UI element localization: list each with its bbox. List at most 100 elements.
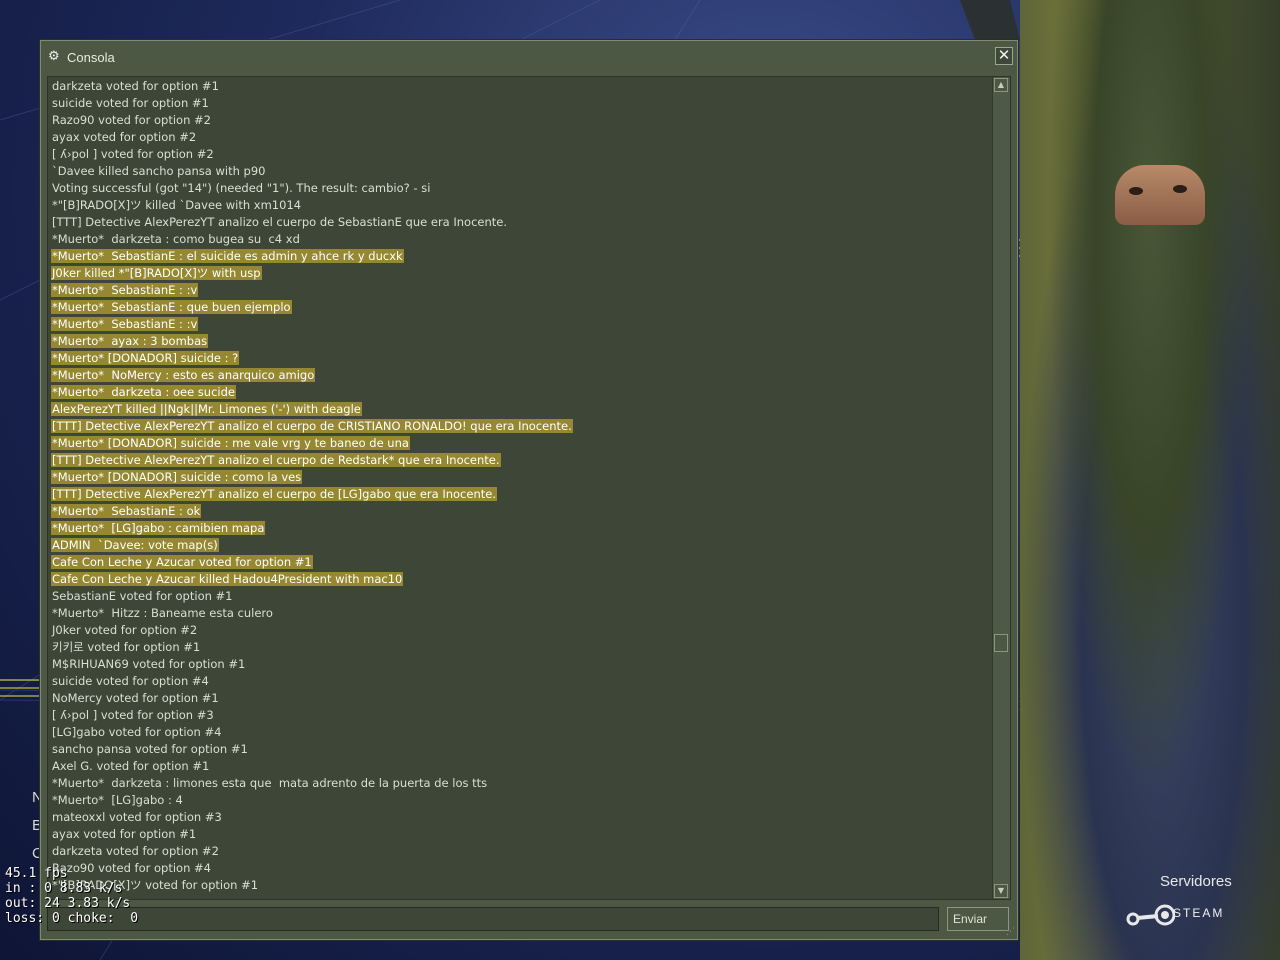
- log-line-text: *Muerto* darkzeta : limones esta que mat…: [52, 776, 488, 790]
- scrollbar-thumb[interactable]: [994, 634, 1008, 652]
- servers-link[interactable]: Servidores: [1160, 873, 1232, 890]
- console-scrollbar[interactable]: ▲ ▼: [992, 77, 1010, 899]
- log-line-text: *"[B]RADO[X]ツ killed `Davee with xm1014: [52, 198, 302, 212]
- log-line: darkzeta voted for option #1: [51, 78, 991, 95]
- log-line: J0ker killed *"[B]RADO[X]ツ with usp: [51, 265, 991, 282]
- console-titlebar[interactable]: ⚙ Consola ✕: [41, 41, 1017, 75]
- log-line-text: darkzeta voted for option #1: [52, 79, 219, 93]
- log-line-text: darkzeta voted for option #2: [52, 844, 219, 858]
- log-line-text: *Muerto* SebastianE : :v: [51, 317, 199, 331]
- command-input[interactable]: [47, 907, 939, 931]
- log-line: *Muerto* SebastianE : ok: [51, 503, 991, 520]
- log-line-text: *Muerto* darkzeta : oee sucide: [51, 385, 236, 399]
- log-line-text: NoMercy voted for option #1: [52, 691, 219, 705]
- log-line-text: [TTT] Detective AlexPerezYT analizo el c…: [51, 419, 573, 433]
- log-line-text: *Muerto* SebastianE : :v: [51, 283, 199, 297]
- soldier-face: [1115, 165, 1205, 225]
- log-line: Razo90 voted for option #2: [51, 112, 991, 129]
- log-line: Voting successful (got "14") (needed "1"…: [51, 180, 991, 197]
- log-line: [TTT] Detective AlexPerezYT analizo el c…: [51, 486, 991, 503]
- log-line-text: ayax voted for option #1: [52, 827, 197, 841]
- log-line: mateoxxl voted for option #3: [51, 809, 991, 826]
- log-line: *"[B]RADO[X]ツ voted for option #1: [51, 877, 991, 894]
- log-line-text: *Muerto* [LG]gabo : camibien mapa: [51, 521, 266, 535]
- log-line: 키키로 voted for option #1: [51, 639, 991, 656]
- log-line: suicide voted for option #1: [51, 95, 991, 112]
- log-line: *Muerto* darkzeta : limones esta que mat…: [51, 775, 991, 792]
- log-line: NoMercy voted for option #1: [51, 690, 991, 707]
- log-line: [ ʎ›pol ] voted for option #3: [51, 707, 991, 724]
- log-line: *Muerto* SebastianE : que buen ejemplo: [51, 299, 991, 316]
- log-line: ADMIN `Davee: vote map(s): [51, 537, 991, 554]
- log-line-text: J0ker voted for option #2: [52, 623, 198, 637]
- log-line-text: AlexPerezYT killed ||Ngk||Mr. Limones ('…: [51, 402, 362, 416]
- steam-corner: Servidores STEAM: [1125, 870, 1275, 940]
- net-loss-readout: loss: 0 choke: 0: [5, 911, 139, 926]
- log-line: darkzeta voted for option #2: [51, 843, 991, 860]
- log-line: *Muerto* [DONADOR] suicide : ?: [51, 350, 991, 367]
- log-line: [LG]gabo voted for option #4: [51, 724, 991, 741]
- log-lines: darkzeta voted for option #1 suicide vote…: [51, 78, 991, 894]
- steam-icon: ⚙: [48, 49, 60, 64]
- log-line: M$RIHUAN69 voted for option #1: [51, 656, 991, 673]
- log-line-text: M$RIHUAN69 voted for option #1: [52, 657, 246, 671]
- close-button[interactable]: ✕: [995, 47, 1013, 65]
- log-line-text: [LG]gabo voted for option #4: [52, 725, 222, 739]
- log-line-text: Cafe Con Leche y Azucar killed Hadou4Pre…: [51, 572, 404, 586]
- log-line: *Muerto* [LG]gabo : 4: [51, 792, 991, 809]
- fps-readout: 45.1 fps: [5, 866, 68, 881]
- console-title: Consola: [67, 50, 115, 65]
- steam-logo-icon: [1126, 904, 1175, 926]
- send-button[interactable]: Enviar: [947, 907, 1009, 931]
- log-line: ayax voted for option #2: [51, 129, 991, 146]
- log-line: *Muerto* [DONADOR] suicide : como la ves: [51, 469, 991, 486]
- log-line-text: [ ʎ›pol ] voted for option #3: [52, 708, 214, 722]
- log-line-text: J0ker killed *"[B]RADO[X]ツ with usp: [51, 266, 262, 280]
- log-line-text: mateoxxl voted for option #3: [52, 810, 222, 824]
- log-line-text: [TTT] Detective AlexPerezYT analizo el c…: [52, 215, 508, 229]
- log-line-text: suicide voted for option #4: [52, 674, 209, 688]
- log-line: Cafe Con Leche y Azucar voted for option…: [51, 554, 991, 571]
- net-graph: 45.1 fps in : 0 8.83 k/s out: 24 3.83 k/…: [5, 866, 138, 926]
- log-line: AlexPerezYT killed ||Ngk||Mr. Limones ('…: [51, 401, 991, 418]
- log-line-text: [TTT] Detective AlexPerezYT analizo el c…: [51, 487, 497, 501]
- log-line: J0ker voted for option #2: [51, 622, 991, 639]
- log-line: [TTT] Detective AlexPerezYT analizo el c…: [51, 452, 991, 469]
- log-line-text: Razo90 voted for option #2: [52, 113, 211, 127]
- steam-wordmark: STEAM: [1173, 906, 1225, 920]
- scroll-down-arrow-icon[interactable]: ▼: [994, 884, 1008, 898]
- soldier-artwork: [1020, 0, 1280, 960]
- log-line-text: *Muerto* [DONADOR] suicide : me vale vrg…: [51, 436, 410, 450]
- log-line: *Muerto* [DONADOR] suicide : me vale vrg…: [51, 435, 991, 452]
- log-line: Cafe Con Leche y Azucar killed Hadou4Pre…: [51, 571, 991, 588]
- log-line: Axel G. voted for option #1: [51, 758, 991, 775]
- log-line: sancho pansa voted for option #1: [51, 741, 991, 758]
- log-line-text: SebastianE voted for option #1: [52, 589, 233, 603]
- log-line-text: `Davee killed sancho pansa with p90: [52, 164, 266, 178]
- log-line-text: sancho pansa voted for option #1: [52, 742, 248, 756]
- log-line-text: 키키로 voted for option #1: [52, 640, 201, 654]
- log-line-text: *Muerto* Hitzz : Baneame esta culero: [52, 606, 273, 620]
- log-line-text: *Muerto* NoMercy : esto es anarquico ami…: [51, 368, 316, 382]
- log-line-text: *Muerto* [LG]gabo : 4: [52, 793, 183, 807]
- log-line-text: ayax voted for option #2: [52, 130, 197, 144]
- log-line-text: Voting successful (got "14") (needed "1"…: [52, 181, 431, 195]
- console-window: ⚙ Consola ✕ darkzeta voted for option #1…: [40, 40, 1018, 940]
- log-line-text: *Muerto* [DONADOR] suicide : ?: [51, 351, 240, 365]
- resize-grip-icon[interactable]: ⋰: [1006, 927, 1015, 937]
- scroll-up-arrow-icon[interactable]: ▲: [994, 78, 1008, 92]
- log-line-text: [ ʎ›pol ] voted for option #2: [52, 147, 214, 161]
- console-log[interactable]: darkzeta voted for option #1 suicide vote…: [47, 76, 1011, 900]
- log-line-text: *Muerto* SebastianE : que buen ejemplo: [51, 300, 292, 314]
- net-out-readout: out: 24 3.83 k/s: [5, 896, 131, 911]
- log-line: *Muerto* [LG]gabo : camibien mapa: [51, 520, 991, 537]
- log-line: *Muerto* SebastianE : :v: [51, 316, 991, 333]
- log-line-text: suicide voted for option #1: [52, 96, 209, 110]
- log-line: [TTT] Detective AlexPerezYT analizo el c…: [51, 214, 991, 231]
- log-line: [ ʎ›pol ] voted for option #2: [51, 146, 991, 163]
- log-line: SebastianE voted for option #1: [51, 588, 991, 605]
- log-line: [TTT] Detective AlexPerezYT analizo el c…: [51, 418, 991, 435]
- log-line-text: *Muerto* darkzeta : como bugea su c4 xd: [52, 232, 300, 246]
- log-line: Razo90 voted for option #4: [51, 860, 991, 877]
- log-line: *Muerto* NoMercy : esto es anarquico ami…: [51, 367, 991, 384]
